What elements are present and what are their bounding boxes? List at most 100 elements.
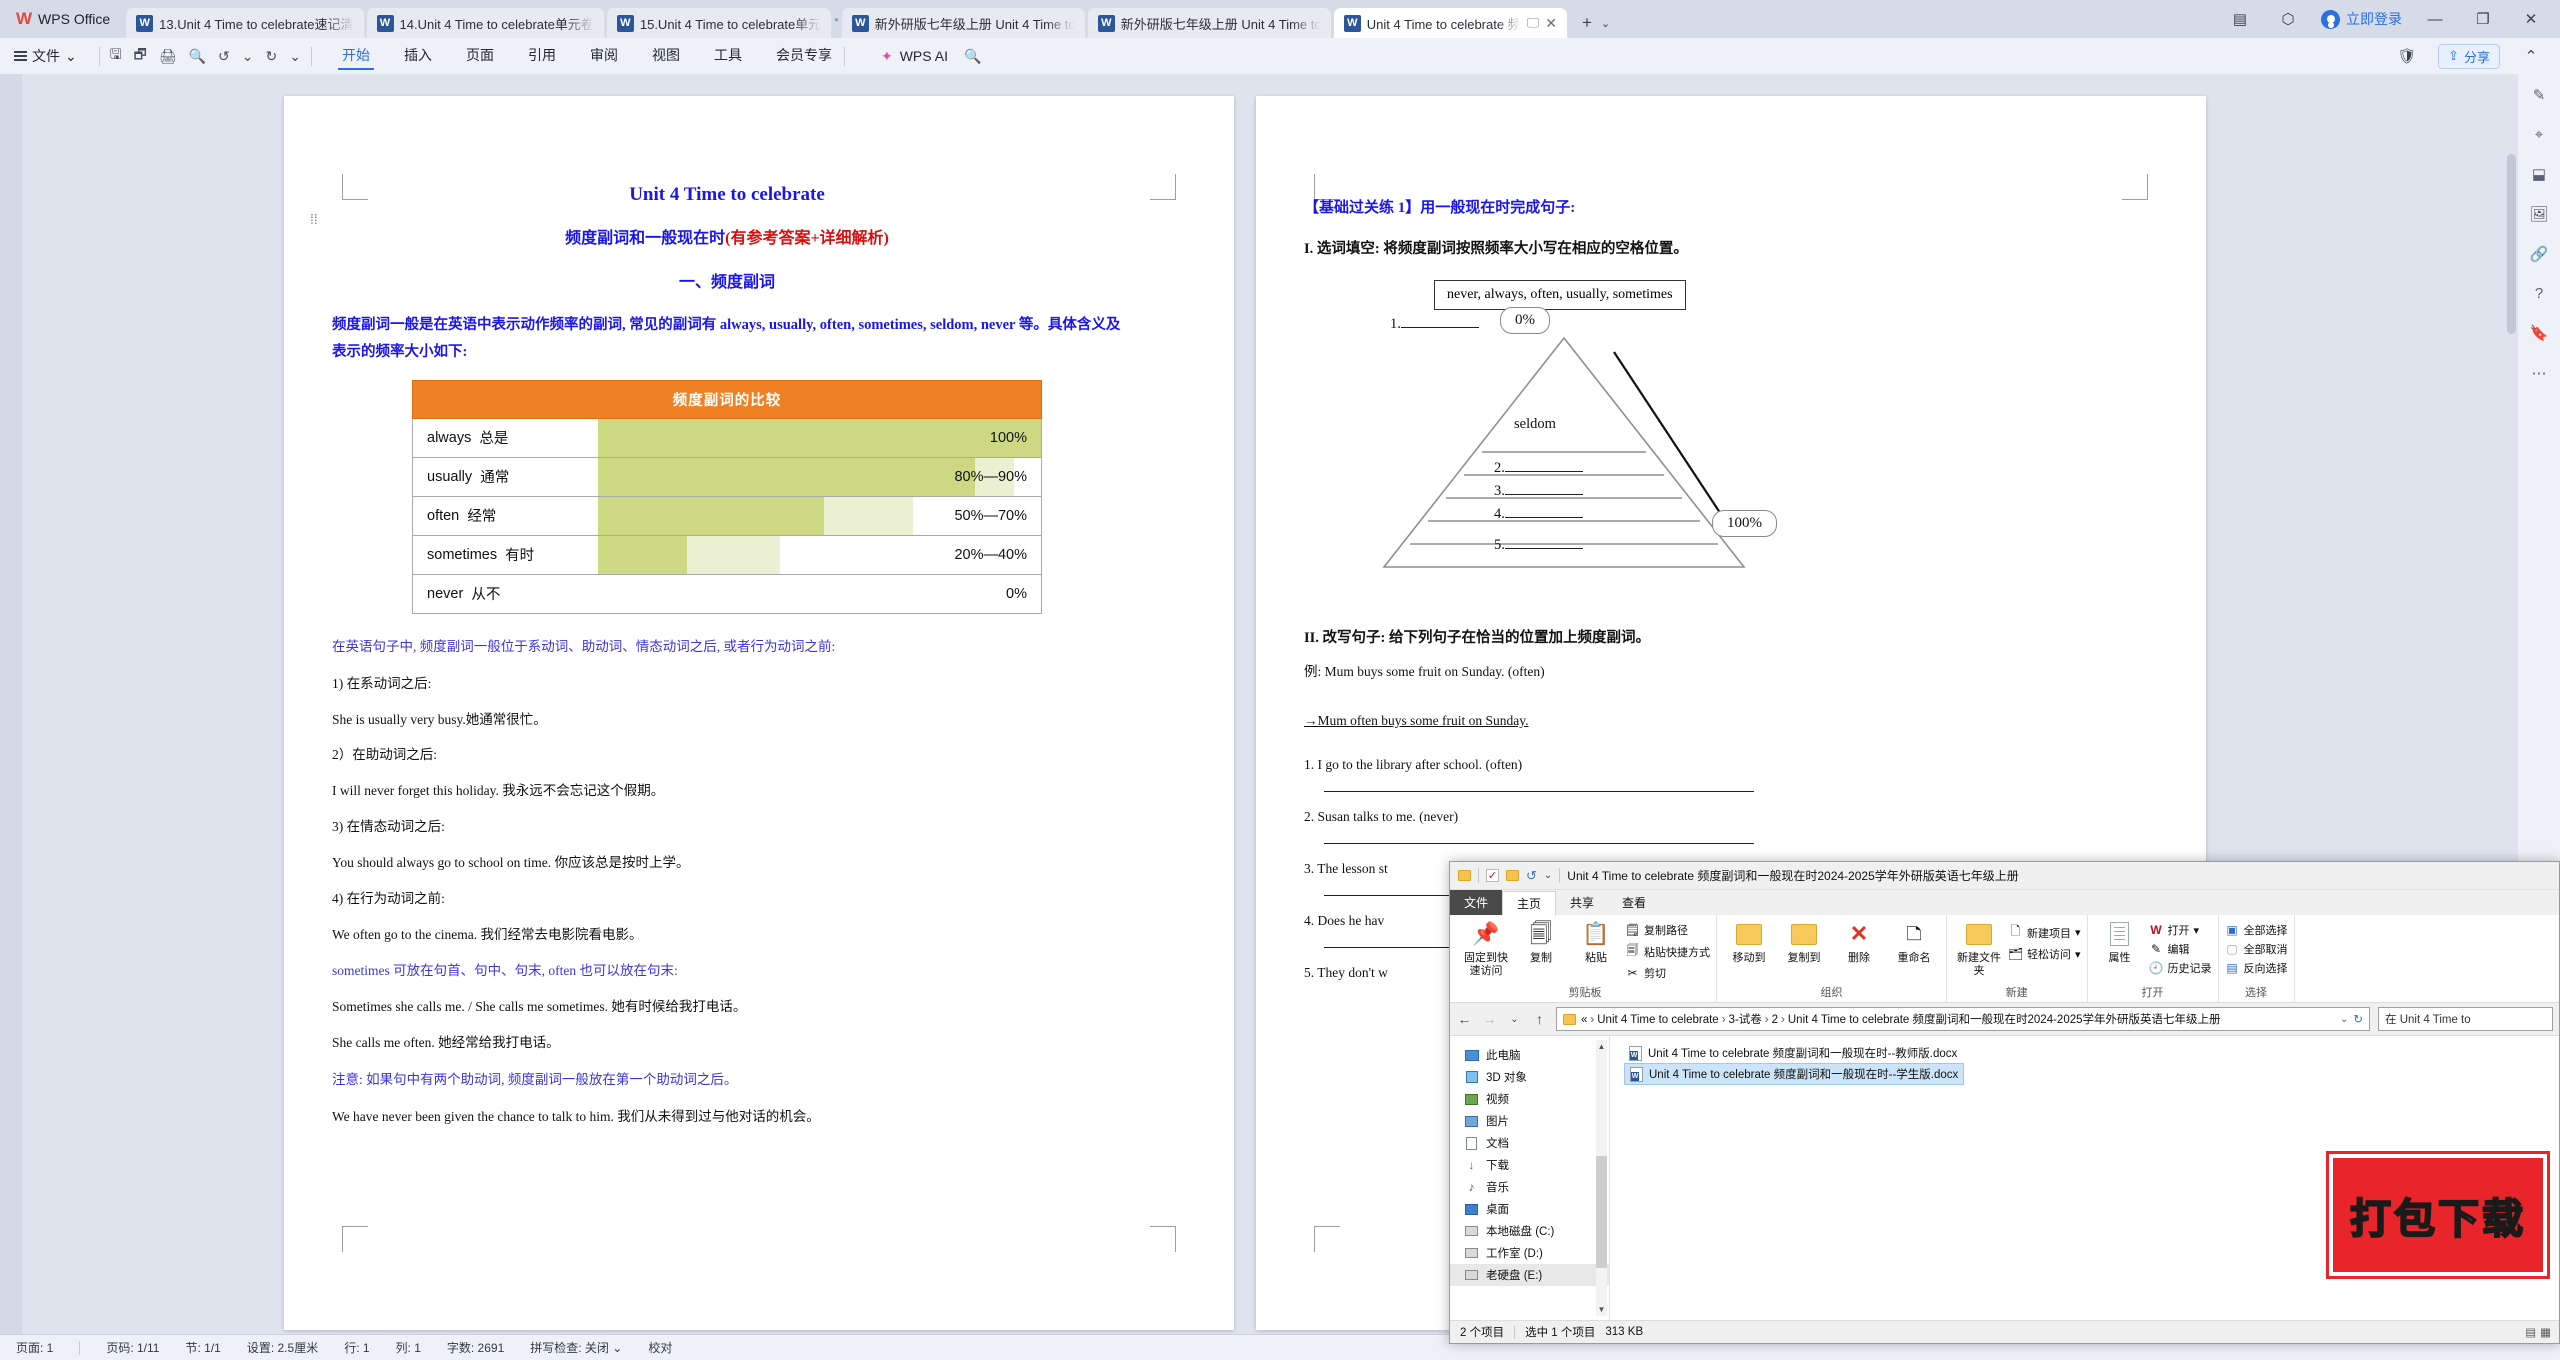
document-tab-5[interactable]: W 新外研版七年级上册 Unit 4 Time to [1087, 8, 1331, 38]
ribbon-tab-member[interactable]: 会员专享 [774, 42, 834, 70]
qat-chevron-icon[interactable]: ⌄ [1544, 870, 1552, 881]
nav-item-pictures[interactable]: 图片 [1450, 1110, 1609, 1132]
share-button[interactable]: ⇪ 分享 [2438, 43, 2500, 69]
shapes-icon[interactable]: ⬓ [2532, 165, 2546, 183]
ribbon-tab-tools[interactable]: 工具 [712, 42, 744, 70]
answer-line[interactable] [1324, 790, 1754, 792]
minimize-button[interactable]: — [2420, 11, 2450, 28]
status-proofread[interactable]: 校对 [648, 1339, 672, 1356]
properties-button[interactable]: 属性 [2094, 918, 2146, 965]
cut-button[interactable]: ✂ 剪切 [1625, 965, 1710, 981]
nav-item-documents[interactable]: 文档 [1450, 1132, 1609, 1154]
nav-item-this-pc[interactable]: 此电脑 [1450, 1044, 1609, 1066]
document-tab-3[interactable]: W 15.Unit 4 Time to celebrate单元 [606, 8, 832, 38]
nav-item-desktop[interactable]: 桌面 [1450, 1198, 1609, 1220]
ribbon-tab-review[interactable]: 审阅 [588, 42, 620, 70]
qat-more-chevron-icon[interactable]: ⌄ [289, 48, 301, 65]
up-button[interactable]: ↑ [1531, 1011, 1548, 1027]
paste-shortcut-button[interactable]: 🗐 粘贴快捷方式 [1625, 941, 1711, 962]
explorer-search-input[interactable]: 在 Unit 4 Time to [2378, 1007, 2553, 1031]
explorer-title-bar[interactable]: ✓ ↺ ⌄ Unit 4 Time to celebrate 频度副词和一般现在… [1450, 862, 2559, 890]
forward-button[interactable]: → [1481, 1011, 1498, 1027]
nav-item-3d-objects[interactable]: 3D 对象 [1450, 1066, 1609, 1088]
answer-blank[interactable] [1504, 505, 1583, 518]
answer-blank[interactable] [1504, 536, 1583, 549]
refresh-icon[interactable]: ↻ [2353, 1012, 2363, 1026]
recent-locations-button[interactable]: ⌄ [1506, 1014, 1523, 1025]
vertical-scrollbar-thumb[interactable] [2507, 154, 2516, 334]
delete-button[interactable]: ✕ 删除 [1833, 918, 1885, 965]
nav-item-downloads[interactable]: ↓ 下载 [1450, 1154, 1609, 1176]
explorer-menu-file[interactable]: 文件 [1450, 890, 1503, 915]
history-button[interactable]: 🕘 历史记录 [2149, 960, 2212, 976]
nav-item-disk-e[interactable]: 老硬盘 (E:) [1450, 1264, 1609, 1286]
open-button[interactable]: W 打开 ▾ [2149, 922, 2212, 938]
status-word-count[interactable]: 字数: 2691 [447, 1339, 504, 1356]
search-icon[interactable]: 🔍 [964, 48, 981, 65]
tab-preview-icon[interactable]: 🖵 [1527, 15, 1540, 31]
nav-item-disk-c[interactable]: 本地磁盘 (C:) [1450, 1220, 1609, 1242]
answer-blank[interactable] [1504, 482, 1583, 495]
save-as-icon[interactable]: 🗗 [134, 44, 147, 68]
move-to-button[interactable]: 移动到 [1723, 918, 1775, 965]
file-list-item-selected[interactable]: Unit 4 Time to celebrate 频度副词和一般现在时--学生版… [1624, 1063, 1965, 1085]
breadcrumb-item-4[interactable]: Unit 4 Time to celebrate 频度副词和一般现在时2024-… [1788, 1014, 2221, 1026]
print-icon[interactable]: 🖨 [159, 48, 177, 65]
status-section[interactable]: 节: 1/1 [185, 1339, 220, 1356]
chevron-down-icon[interactable]: ▾ [2075, 926, 2081, 939]
wps-ai-button[interactable]: ✦ WPS AI [881, 48, 948, 65]
answer-blank[interactable] [1400, 315, 1479, 328]
undo-chevron-icon[interactable]: ⌄ [242, 48, 254, 65]
nav-item-disk-d[interactable]: 工作室 (D:) [1450, 1242, 1609, 1264]
edit-button[interactable]: ✎ 编辑 [2149, 941, 2212, 957]
invert-selection-button[interactable]: ▤ 反向选择 [2225, 960, 2287, 976]
new-folder-icon[interactable] [1506, 870, 1519, 881]
paragraph-handle-icon[interactable]: ⁞⁞ [310, 212, 318, 225]
undo-icon[interactable]: ↺ [218, 48, 230, 65]
address-dropdown-icon[interactable]: ⌄ [2340, 1014, 2348, 1025]
explorer-menu-home[interactable]: 主页 [1502, 891, 1557, 916]
rename-button[interactable]: 🗅 重命名 [1888, 918, 1940, 965]
copy-path-button[interactable]: 🗒 复制路径 [1625, 922, 1710, 938]
collapse-ribbon-icon[interactable]: ⌃ [2516, 47, 2546, 65]
document-tab-2[interactable]: W 14.Unit 4 Time to celebrate单元卷 [366, 8, 604, 38]
select-none-button[interactable]: ▢ 全部取消 [2225, 941, 2287, 957]
properties-icon[interactable]: ✓ [1486, 869, 1499, 882]
document-tab-6-active[interactable]: W Unit 4 Time to celebrate 频 🖵 ✕ [1333, 8, 1567, 38]
new-tab-button[interactable]: + ⌄ [1570, 8, 1622, 38]
cube-icon[interactable]: ⬡ [2273, 10, 2303, 28]
cursor-icon[interactable]: ⌖ [2535, 126, 2543, 143]
help-icon[interactable]: ? [2535, 285, 2543, 302]
status-row[interactable]: 行: 1 [344, 1339, 369, 1356]
answer-blank[interactable] [1504, 459, 1583, 472]
pin-to-quick-access-button[interactable]: 📌 固定到快速访问 [1460, 918, 1512, 977]
save-icon[interactable]: 🖫 [110, 44, 122, 68]
explorer-menu-share[interactable]: 共享 [1556, 890, 1608, 915]
pencil-icon[interactable]: ✎ [2533, 86, 2546, 104]
ribbon-tab-reference[interactable]: 引用 [526, 42, 558, 70]
scroll-down-icon[interactable]: ▼ [1596, 1303, 1607, 1316]
tab-close-icon[interactable]: ✕ [1545, 15, 1557, 32]
link-icon[interactable]: 🔗 [2530, 245, 2549, 263]
chevron-down-icon[interactable]: ▾ [2075, 948, 2081, 961]
status-col[interactable]: 列: 1 [396, 1339, 421, 1356]
ribbon-tab-view[interactable]: 视图 [650, 42, 682, 70]
login-button[interactable]: 立即登录 [2321, 9, 2402, 29]
undo-icon[interactable]: ↺ [1526, 868, 1537, 884]
select-all-button[interactable]: ▣ 全部选择 [2225, 922, 2287, 938]
copy-button[interactable]: 🗐 复制 [1515, 918, 1567, 965]
address-input[interactable]: «› Unit 4 Time to celebrate › 3-试卷 › 2 › Unit 4… [1556, 1007, 2370, 1031]
easy-access-button[interactable]: 🗂 轻松访问 ▾ [2008, 946, 2081, 962]
new-item-button[interactable]: 🗋 新建项目 ▾ [2008, 922, 2081, 943]
print-preview-icon[interactable]: 🔍 [189, 48, 206, 65]
scroll-up-icon[interactable]: ▲ [1596, 1040, 1607, 1053]
new-folder-button[interactable]: 新建文件夹 [1953, 918, 2005, 977]
answer-line[interactable] [1324, 842, 1754, 844]
ribbon-tab-insert[interactable]: 插入 [402, 42, 434, 70]
maximize-button[interactable]: ❐ [2468, 10, 2498, 28]
status-setting[interactable]: 设置: 2.5厘米 [247, 1339, 318, 1356]
copy-to-button[interactable]: 复制到 [1778, 918, 1830, 965]
document-tab-1[interactable]: W 13.Unit 4 Time to celebrate速记清 [126, 8, 364, 38]
breadcrumb-item-1[interactable]: Unit 4 Time to celebrate [1597, 1014, 1718, 1026]
large-icons-view-icon[interactable]: ▦ [2540, 1325, 2551, 1339]
